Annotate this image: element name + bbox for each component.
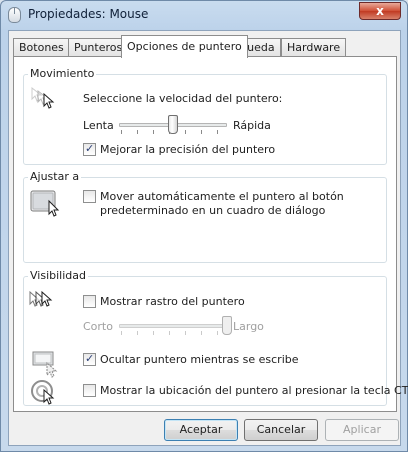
speed-fast-label: Rápida bbox=[233, 119, 271, 132]
tab-punteros[interactable]: Punteros bbox=[68, 38, 129, 57]
pointer-trails-checkbox[interactable] bbox=[83, 295, 96, 308]
snap-to-default-checkbox[interactable] bbox=[83, 190, 96, 203]
show-location-ctrl-checkbox[interactable] bbox=[83, 384, 96, 397]
enhance-precision-label[interactable]: Mejorar la precisión del puntero bbox=[100, 143, 275, 156]
close-button[interactable]: x bbox=[359, 2, 401, 20]
dialog-client: Botones Punteros Opciones de puntero Rue… bbox=[8, 30, 408, 446]
trail-long-label: Largo bbox=[233, 320, 264, 333]
hide-while-typing-label[interactable]: Ocultar puntero mientras se escribe bbox=[100, 353, 299, 366]
mouse-properties-window: Propiedades: Mouse x Botones Punteros Op… bbox=[0, 0, 408, 452]
trail-length-ticks bbox=[121, 331, 227, 335]
snap-to-group: Ajustar a Mover automáticamente el punte… bbox=[23, 170, 387, 263]
show-location-ctrl-label[interactable]: Mostrar la ubicación del puntero al pres… bbox=[100, 384, 408, 397]
mouse-icon bbox=[8, 7, 21, 23]
pointer-trails-label[interactable]: Mostrar rastro del puntero bbox=[100, 295, 245, 308]
snap-to-default-label-line1[interactable]: Mover automáticamente el puntero al botó… bbox=[100, 190, 344, 203]
ok-button[interactable]: Aceptar bbox=[164, 419, 238, 441]
visibility-legend: Visibilidad bbox=[28, 269, 88, 282]
movement-group: Movimiento Seleccione la velocidad del p… bbox=[23, 67, 387, 165]
snap-to-default-label-line2[interactable]: predeterminado en un cuadro de diálogo bbox=[100, 204, 325, 217]
window-title: Propiedades: Mouse bbox=[28, 7, 149, 21]
tab-botones[interactable]: Botones bbox=[13, 38, 70, 57]
pointer-trails-icon bbox=[29, 290, 53, 307]
trail-short-label: Corto bbox=[83, 320, 113, 333]
pointer-speed-slider[interactable] bbox=[168, 115, 178, 134]
hide-while-typing-checkbox[interactable] bbox=[83, 352, 96, 366]
enhance-precision-checkbox[interactable] bbox=[83, 142, 96, 156]
hide-while-typing-icon bbox=[32, 351, 58, 378]
speed-slow-label: Lenta bbox=[83, 119, 114, 132]
snap-to-default-icon bbox=[30, 190, 60, 217]
pointer-speed-icon bbox=[31, 86, 55, 109]
apply-button[interactable]: Aplicar bbox=[325, 419, 399, 441]
trail-length-track bbox=[119, 324, 227, 328]
pointer-options-panel: Movimiento Seleccione la velocidad del p… bbox=[13, 56, 408, 412]
tab-hardware[interactable]: Hardware bbox=[281, 38, 347, 57]
snap-to-legend: Ajustar a bbox=[28, 170, 82, 183]
movement-legend: Movimiento bbox=[28, 67, 97, 80]
speed-label: Seleccione la velocidad del puntero: bbox=[83, 92, 283, 105]
visibility-group: Visibilidad Mostrar rastro del puntero C… bbox=[23, 269, 408, 406]
tab-opciones-de-puntero[interactable]: Opciones de puntero bbox=[121, 35, 248, 58]
cancel-button[interactable]: Cancelar bbox=[244, 419, 318, 441]
show-location-ctrl-icon bbox=[31, 380, 55, 405]
title-bar[interactable]: Propiedades: Mouse x bbox=[1, 1, 407, 29]
trail-length-slider[interactable] bbox=[222, 316, 232, 335]
